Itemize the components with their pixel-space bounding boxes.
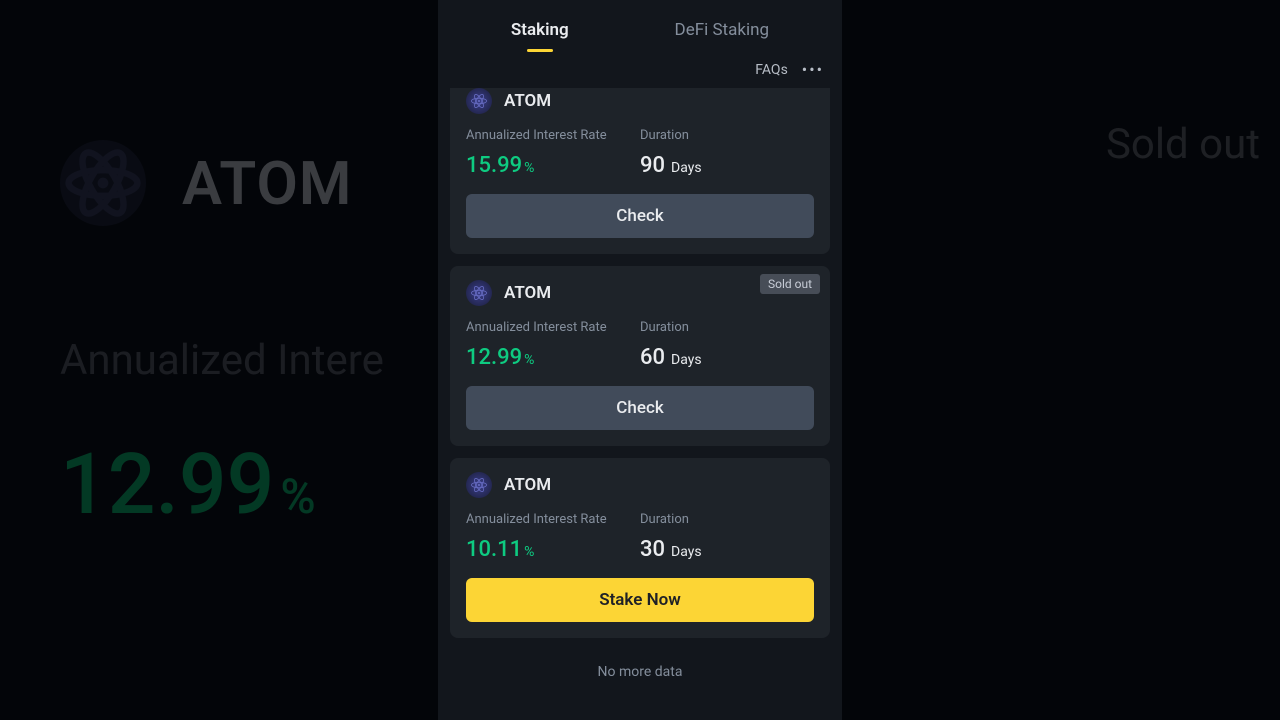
duration-label: Duration [640,512,814,527]
atom-icon [466,472,492,498]
ticker: ATOM [504,283,551,303]
duration-value: 30 [640,537,665,562]
tab-bar: Staking DeFi Staking [438,0,842,56]
air-label: Annualized Interest Rate [466,320,640,335]
duration-label: Duration [640,320,814,335]
ticker: ATOM [504,91,551,111]
duration-days: Days [671,544,702,560]
stake-now-button[interactable]: Stake Now [466,578,814,622]
duration-label: Duration [640,128,814,143]
duration-value: 90 [640,153,665,178]
air-label: Annualized Interest Rate [466,128,640,143]
sold-out-badge: Sold out [760,274,820,294]
duration-days: Days [671,160,702,176]
more-icon[interactable]: ••• [802,62,824,78]
no-more-data: No more data [450,650,830,694]
staking-list: ATOM Annualized Interest Rate 15.99 % Du… [438,88,842,720]
check-button[interactable]: Check [466,386,814,430]
rate-pct: % [524,544,534,560]
ticker: ATOM [504,475,551,495]
tab-staking[interactable]: Staking [503,6,577,50]
atom-icon [466,280,492,306]
staking-card: ATOM Annualized Interest Rate 15.99 % Du… [450,88,830,254]
faqs-link[interactable]: FAQs [755,62,788,78]
staking-card: Sold out ATOM Annualized Interest Rate [450,266,830,446]
sub-bar: FAQs ••• [438,56,842,88]
duration-days: Days [671,352,702,368]
rate-pct: % [524,160,534,176]
check-button[interactable]: Check [466,194,814,238]
air-label: Annualized Interest Rate [466,512,640,527]
atom-icon [466,88,492,114]
staking-panel: Staking DeFi Staking FAQs ••• ATOM [438,0,842,720]
duration-value: 60 [640,345,665,370]
rate-value: 12.99 [466,345,522,370]
staking-card: ATOM Annualized Interest Rate 10.11 % Du… [450,458,830,638]
rate-value: 10.11 [466,537,522,562]
rate-value: 15.99 [466,153,522,178]
tab-defi-staking[interactable]: DeFi Staking [667,6,778,50]
rate-pct: % [524,352,534,368]
